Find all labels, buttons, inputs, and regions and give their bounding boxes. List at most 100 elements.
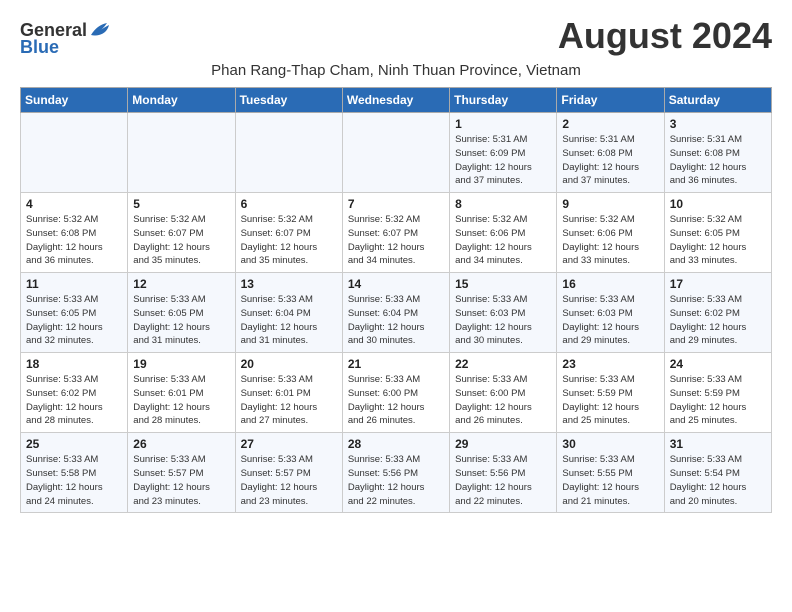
day-number: 23 [562,357,658,371]
day-number: 17 [670,277,766,291]
calendar-day-11: 11Sunrise: 5:33 AMSunset: 6:05 PMDayligh… [21,273,128,353]
calendar-day-23: 23 Sunrise: 5:33 AMSunset: 5:59 PMDayligh… [557,353,664,433]
subtitle: Phan Rang-Thap Cham, Ninh Thuan Province… [20,62,772,79]
calendar-day-27: 27Sunrise: 5:33 AMSunset: 5:57 PMDayligh… [235,433,342,513]
calendar-day-26: 26Sunrise: 5:33 AMSunset: 5:57 PMDayligh… [128,433,235,513]
day-number: 10 [670,197,766,211]
calendar-day-16: 16 Sunrise: 5:33 AMSunset: 6:03 PMDayligh… [557,273,664,353]
calendar-week-5: 25 Sunrise: 5:33 AMSunset: 5:58 PMDayligh… [21,433,772,513]
day-info: Sunrise: 5:32 AMSunset: 6:05 PMDaylight:… [670,213,766,268]
day-info: Sunrise: 5:33 AMSunset: 6:02 PMDaylight:… [670,293,766,348]
day-info: Sunrise: 5:33 AMSunset: 6:03 PMDaylight:… [562,293,658,348]
calendar-day-18: 18 Sunrise: 5:33 AMSunset: 6:02 PMDayligh… [21,353,128,433]
logo-bird-icon [89,21,111,39]
day-info: Sunrise: 5:32 AMSunset: 6:07 PMDaylight:… [241,213,337,268]
day-number: 31 [670,437,766,451]
month-title: August 2024 [558,16,772,56]
calendar-week-2: 4 Sunrise: 5:32 AMSunset: 6:08 PMDaylight… [21,193,772,273]
day-info: Sunrise: 5:33 AMSunset: 5:59 PMDaylight:… [562,373,658,428]
calendar-day-10: 10 Sunrise: 5:32 AMSunset: 6:05 PMDayligh… [664,193,771,273]
calendar-day-28: 28Sunrise: 5:33 AMSunset: 5:56 PMDayligh… [342,433,449,513]
day-number: 16 [562,277,658,291]
day-number: 9 [562,197,658,211]
weekday-header-tuesday: Tuesday [235,88,342,113]
calendar-day-5: 5Sunrise: 5:32 AMSunset: 6:07 PMDaylight… [128,193,235,273]
day-info: Sunrise: 5:33 AMSunset: 6:01 PMDaylight:… [133,373,229,428]
day-info: Sunrise: 5:32 AMSunset: 6:07 PMDaylight:… [348,213,444,268]
day-number: 25 [26,437,122,451]
logo: General Blue [20,20,111,58]
calendar-day-12: 12Sunrise: 5:33 AMSunset: 6:05 PMDayligh… [128,273,235,353]
calendar-day-14: 14 Sunrise: 5:33 AMSunset: 6:04 PMDayligh… [342,273,449,353]
day-info: Sunrise: 5:33 AMSunset: 6:03 PMDaylight:… [455,293,551,348]
calendar-day-4: 4 Sunrise: 5:32 AMSunset: 6:08 PMDaylight… [21,193,128,273]
calendar-day-22: 22 Sunrise: 5:33 AMSunset: 6:00 PMDayligh… [450,353,557,433]
weekday-header-sunday: Sunday [21,88,128,113]
day-number: 14 [348,277,444,291]
calendar-week-3: 11Sunrise: 5:33 AMSunset: 6:05 PMDayligh… [21,273,772,353]
weekday-header-wednesday: Wednesday [342,88,449,113]
day-number: 22 [455,357,551,371]
day-number: 24 [670,357,766,371]
day-number: 19 [133,357,229,371]
calendar-day-3: 3 Sunrise: 5:31 AMSunset: 6:08 PMDaylight… [664,113,771,193]
title-area: August 2024 [558,16,772,56]
day-info: Sunrise: 5:33 AMSunset: 6:00 PMDaylight:… [455,373,551,428]
day-info: Sunrise: 5:32 AMSunset: 6:06 PMDaylight:… [455,213,551,268]
day-number: 3 [670,117,766,131]
calendar-day-15: 15 Sunrise: 5:33 AMSunset: 6:03 PMDayligh… [450,273,557,353]
day-info: Sunrise: 5:33 AMSunset: 6:00 PMDaylight:… [348,373,444,428]
day-info: Sunrise: 5:31 AMSunset: 6:08 PMDaylight:… [670,133,766,188]
calendar-day-1: 1 Sunrise: 5:31 AMSunset: 6:09 PMDaylight… [450,113,557,193]
day-info: Sunrise: 5:33 AMSunset: 6:04 PMDaylight:… [241,293,337,348]
empty-cell [128,113,235,193]
calendar-table: SundayMondayTuesdayWednesdayThursdayFrid… [20,87,772,513]
calendar-day-30: 30 Sunrise: 5:33 AMSunset: 5:55 PMDayligh… [557,433,664,513]
day-number: 12 [133,277,229,291]
day-number: 20 [241,357,337,371]
calendar-week-1: 1 Sunrise: 5:31 AMSunset: 6:09 PMDaylight… [21,113,772,193]
day-number: 8 [455,197,551,211]
calendar-day-21: 21 Sunrise: 5:33 AMSunset: 6:00 PMDayligh… [342,353,449,433]
day-number: 18 [26,357,122,371]
day-info: Sunrise: 5:33 AMSunset: 5:57 PMDaylight:… [133,453,229,508]
calendar-day-20: 20 Sunrise: 5:33 AMSunset: 6:01 PMDayligh… [235,353,342,433]
day-info: Sunrise: 5:33 AMSunset: 6:02 PMDaylight:… [26,373,122,428]
calendar-day-6: 6 Sunrise: 5:32 AMSunset: 6:07 PMDaylight… [235,193,342,273]
day-number: 21 [348,357,444,371]
calendar-week-4: 18 Sunrise: 5:33 AMSunset: 6:02 PMDayligh… [21,353,772,433]
day-info: Sunrise: 5:31 AMSunset: 6:08 PMDaylight:… [562,133,658,188]
day-number: 6 [241,197,337,211]
weekday-header-row: SundayMondayTuesdayWednesdayThursdayFrid… [21,88,772,113]
day-info: Sunrise: 5:33 AMSunset: 5:56 PMDaylight:… [455,453,551,508]
weekday-header-friday: Friday [557,88,664,113]
day-number: 30 [562,437,658,451]
day-number: 7 [348,197,444,211]
calendar-day-7: 7 Sunrise: 5:32 AMSunset: 6:07 PMDaylight… [342,193,449,273]
empty-cell [235,113,342,193]
calendar-day-24: 24 Sunrise: 5:33 AMSunset: 5:59 PMDayligh… [664,353,771,433]
day-info: Sunrise: 5:32 AMSunset: 6:08 PMDaylight:… [26,213,122,268]
day-info: Sunrise: 5:33 AMSunset: 5:59 PMDaylight:… [670,373,766,428]
weekday-header-monday: Monday [128,88,235,113]
day-number: 29 [455,437,551,451]
calendar-day-17: 17 Sunrise: 5:33 AMSunset: 6:02 PMDayligh… [664,273,771,353]
calendar-day-13: 13Sunrise: 5:33 AMSunset: 6:04 PMDayligh… [235,273,342,353]
day-info: Sunrise: 5:33 AMSunset: 6:05 PMDaylight:… [26,293,122,348]
calendar-day-19: 19 Sunrise: 5:33 AMSunset: 6:01 PMDayligh… [128,353,235,433]
day-info: Sunrise: 5:31 AMSunset: 6:09 PMDaylight:… [455,133,551,188]
day-info: Sunrise: 5:33 AMSunset: 6:01 PMDaylight:… [241,373,337,428]
day-info: Sunrise: 5:33 AMSunset: 5:57 PMDaylight:… [241,453,337,508]
day-number: 1 [455,117,551,131]
day-info: Sunrise: 5:33 AMSunset: 5:58 PMDaylight:… [26,453,122,508]
calendar-day-31: 31Sunrise: 5:33 AMSunset: 5:54 PMDayligh… [664,433,771,513]
calendar-day-29: 29 Sunrise: 5:33 AMSunset: 5:56 PMDayligh… [450,433,557,513]
calendar-day-2: 2 Sunrise: 5:31 AMSunset: 6:08 PMDaylight… [557,113,664,193]
day-number: 4 [26,197,122,211]
day-info: Sunrise: 5:33 AMSunset: 6:04 PMDaylight:… [348,293,444,348]
day-number: 15 [455,277,551,291]
day-info: Sunrise: 5:32 AMSunset: 6:06 PMDaylight:… [562,213,658,268]
day-info: Sunrise: 5:33 AMSunset: 5:55 PMDaylight:… [562,453,658,508]
empty-cell [21,113,128,193]
day-number: 2 [562,117,658,131]
